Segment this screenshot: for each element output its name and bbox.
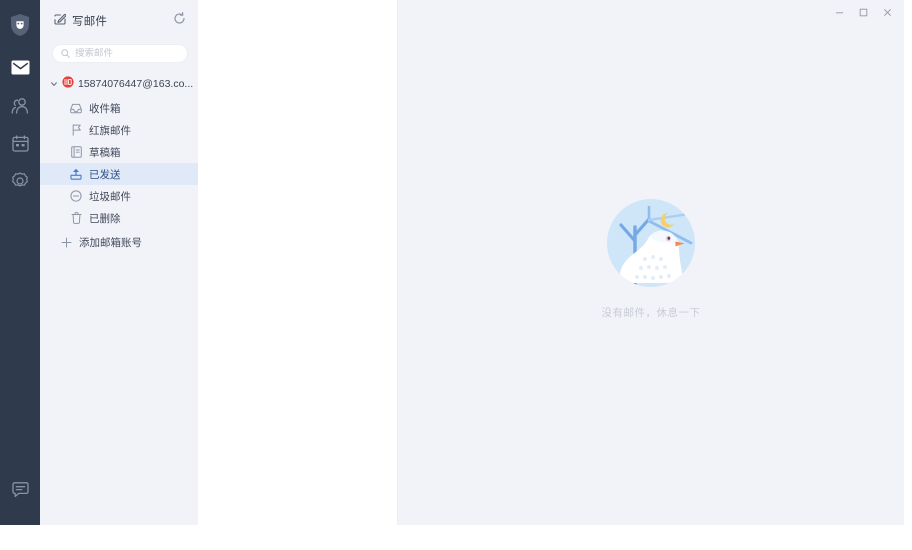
search-icon: [61, 45, 70, 63]
search-input[interactable]: [75, 48, 179, 59]
search-container: [40, 36, 198, 69]
refresh-icon: [173, 12, 186, 30]
rail-item-contacts[interactable]: [0, 86, 40, 124]
plus-icon: [60, 236, 72, 248]
mail-icon: [11, 60, 30, 75]
account-row[interactable]: 15874076447@163.co...: [40, 73, 198, 95]
nav-rail: [0, 0, 40, 525]
folder-label: 草稿箱: [89, 146, 121, 159]
account-provider-badge-icon: [62, 75, 74, 93]
rail-item-calendar[interactable]: [0, 124, 40, 162]
inbox-icon: [70, 102, 82, 114]
folder-item-spam[interactable]: 垃圾邮件: [40, 185, 198, 207]
add-account-button[interactable]: 添加邮箱账号: [40, 231, 198, 253]
sidebar-toolbar: 写邮件: [40, 6, 198, 36]
chevron-down-icon[interactable]: [50, 75, 58, 93]
chat-bubble-icon: [11, 482, 29, 498]
folder-item-flagged[interactable]: 红旗邮件: [40, 119, 198, 141]
compose-label: 写邮件: [72, 16, 108, 28]
app-window: 写邮件 搜索邮件 15874076447@163.co... 收件箱 红旗邮件 …: [0, 0, 904, 525]
sent-icon: [70, 168, 82, 180]
message-list-panel[interactable]: [198, 0, 398, 525]
folder-label: 已发送: [89, 168, 121, 181]
trash-icon: [70, 212, 82, 224]
rail-item-feedback[interactable]: [0, 471, 40, 509]
contacts-icon: [10, 97, 30, 114]
folder-item-sent[interactable]: 已发送: [40, 163, 198, 185]
folder-label: 垃圾邮件: [89, 190, 131, 203]
empty-state: 没有邮件，休息一下: [398, 0, 904, 525]
app-logo-icon[interactable]: [0, 8, 40, 42]
empty-state-text: 没有邮件，休息一下: [601, 307, 701, 319]
gear-icon: [11, 172, 29, 190]
compose-icon: [54, 12, 67, 30]
reading-pane: 没有邮件，休息一下: [398, 0, 904, 525]
folder-sidebar: 写邮件 搜索邮件 15874076447@163.co... 收件箱 红旗邮件 …: [40, 0, 198, 525]
flag-icon: [70, 124, 82, 136]
account-name: 15874076447@163.co...: [78, 78, 194, 90]
dove-night-branch-illustration: [605, 197, 697, 289]
folder-label: 红旗邮件: [89, 124, 131, 137]
rail-item-mail[interactable]: [0, 48, 40, 86]
folder-item-drafts[interactable]: 草稿箱: [40, 141, 198, 163]
folder-label: 已删除: [89, 212, 121, 225]
folder-item-deleted[interactable]: 已删除: [40, 207, 198, 229]
folder-label: 收件箱: [89, 102, 121, 115]
folder-list: 收件箱 红旗邮件 草稿箱 已发送 垃圾邮件 已删除: [40, 97, 198, 229]
calendar-icon: [11, 134, 29, 152]
refresh-button[interactable]: [173, 12, 186, 30]
compose-button[interactable]: 写邮件: [54, 12, 107, 30]
rail-item-settings[interactable]: [0, 162, 40, 200]
add-account-label: 添加邮箱账号: [79, 236, 142, 249]
spam-icon: [70, 190, 82, 202]
folder-item-inbox[interactable]: 收件箱: [40, 97, 198, 119]
draft-icon: [70, 146, 82, 158]
search-box[interactable]: [52, 44, 188, 63]
